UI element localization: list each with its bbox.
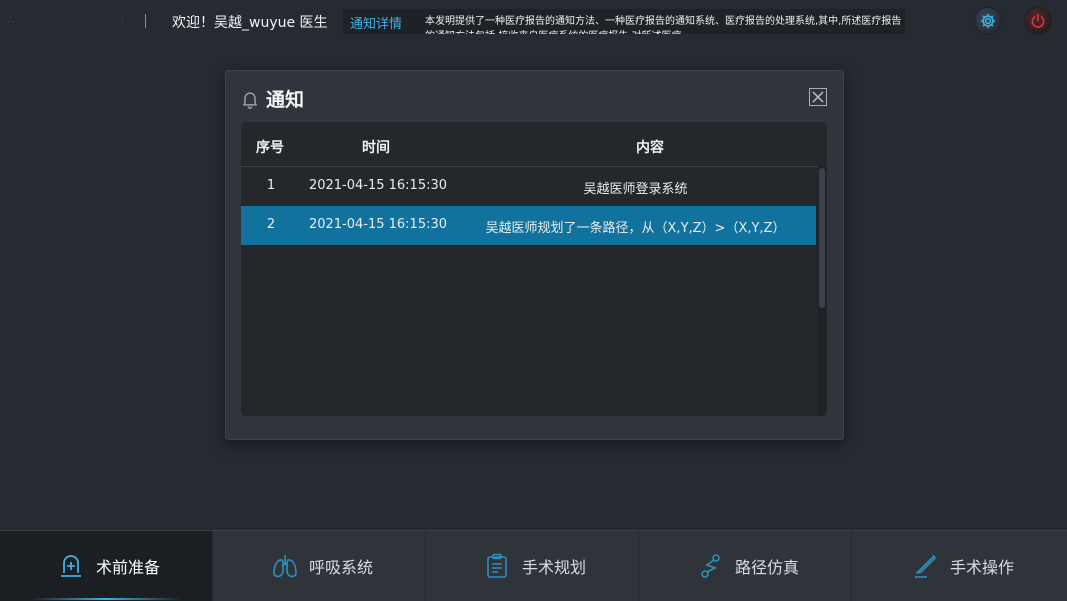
row-time: 2021-04-15 16:15:30 (308, 178, 448, 193)
row-content: 吴越医师登录系统 (583, 182, 688, 197)
row-time: 2021-04-15 16:15:30 (308, 217, 448, 232)
logo-glyph: ∴ (8, 16, 14, 26)
welcome-text: 欢迎！吴越_wuyue 医生 (172, 15, 328, 31)
tab-label: 呼吸系统 (309, 558, 374, 577)
table-row[interactable]: 1 2021-04-15 16:15:30 吴越医师登录系统 (241, 167, 816, 206)
notification-dialog: 通知 序号 时间 内容 1 2021-04-15 16:15:30 吴越医师登录… (225, 70, 844, 440)
tab-surgical-operation[interactable]: 手术操作 (852, 531, 1067, 601)
table-header: 序号 时间 内容 (241, 122, 827, 167)
path-link-icon (701, 554, 720, 578)
notice-details-link[interactable]: 通知详情 (350, 13, 402, 32)
power-icon (1031, 13, 1045, 28)
tab-path-simulation[interactable]: 路径仿真 (639, 531, 852, 601)
notice-marquee-text: 本发明提供了一种医疗报告的通知方法、一种医疗报告的通知系统、医疗报告的处理系统,… (425, 16, 902, 34)
bottom-navigation: 术前准备 呼吸系统 手术规划 路径仿真 手术操作 (0, 530, 1067, 601)
row-content: 吴越医师规划了一条路径，从（X,Y,Z）>（X,Y,Z） (485, 221, 786, 236)
power-button[interactable] (1025, 8, 1051, 34)
top-bar: ∴ ⋮ 欢迎！吴越_wuyue 医生 通知详情 本发明提供了一种医疗报告的通知方… (0, 0, 1067, 42)
monitor-plus-icon (61, 555, 81, 577)
tab-label: 路径仿真 (735, 558, 800, 577)
tab-surgical-planning[interactable]: 手术规划 (426, 531, 639, 601)
notification-table: 序号 时间 内容 1 2021-04-15 16:15:30 吴越医师登录系统 … (241, 122, 827, 416)
tab-respiratory-system[interactable]: 呼吸系统 (213, 531, 426, 601)
tab-label: 手术操作 (950, 558, 1015, 577)
notice-bar: 通知详情 本发明提供了一种医疗报告的通知方法、一种医疗报告的通知系统、医疗报告的… (343, 9, 905, 34)
logo-glyph: ⋮ (118, 14, 127, 24)
clipboard-icon (487, 553, 507, 578)
tab-label: 手术规划 (522, 558, 587, 577)
column-header-content: 内容 (636, 140, 664, 156)
logo-area: ∴ ⋮ (0, 0, 140, 42)
gear-icon (980, 13, 996, 29)
column-header-time: 时间 (362, 140, 390, 156)
settings-button[interactable] (975, 8, 1001, 34)
dialog-title: 通知 (266, 89, 305, 111)
column-header-index: 序号 (256, 140, 284, 156)
header-divider (145, 14, 146, 28)
tab-label: 术前准备 (96, 558, 161, 577)
lungs-icon (273, 555, 297, 578)
table-row-selected[interactable]: 2 2021-04-15 16:15:30 吴越医师规划了一条路径，从（X,Y,… (241, 206, 816, 245)
row-index: 2 (266, 217, 276, 232)
scalpel-icon (915, 555, 936, 578)
tab-preoperative-preparation[interactable]: 术前准备 (0, 531, 213, 601)
close-icon (812, 91, 824, 103)
close-button[interactable] (809, 88, 827, 106)
row-index: 1 (266, 178, 276, 193)
scrollbar-thumb[interactable] (819, 168, 825, 308)
bell-icon (243, 92, 257, 109)
